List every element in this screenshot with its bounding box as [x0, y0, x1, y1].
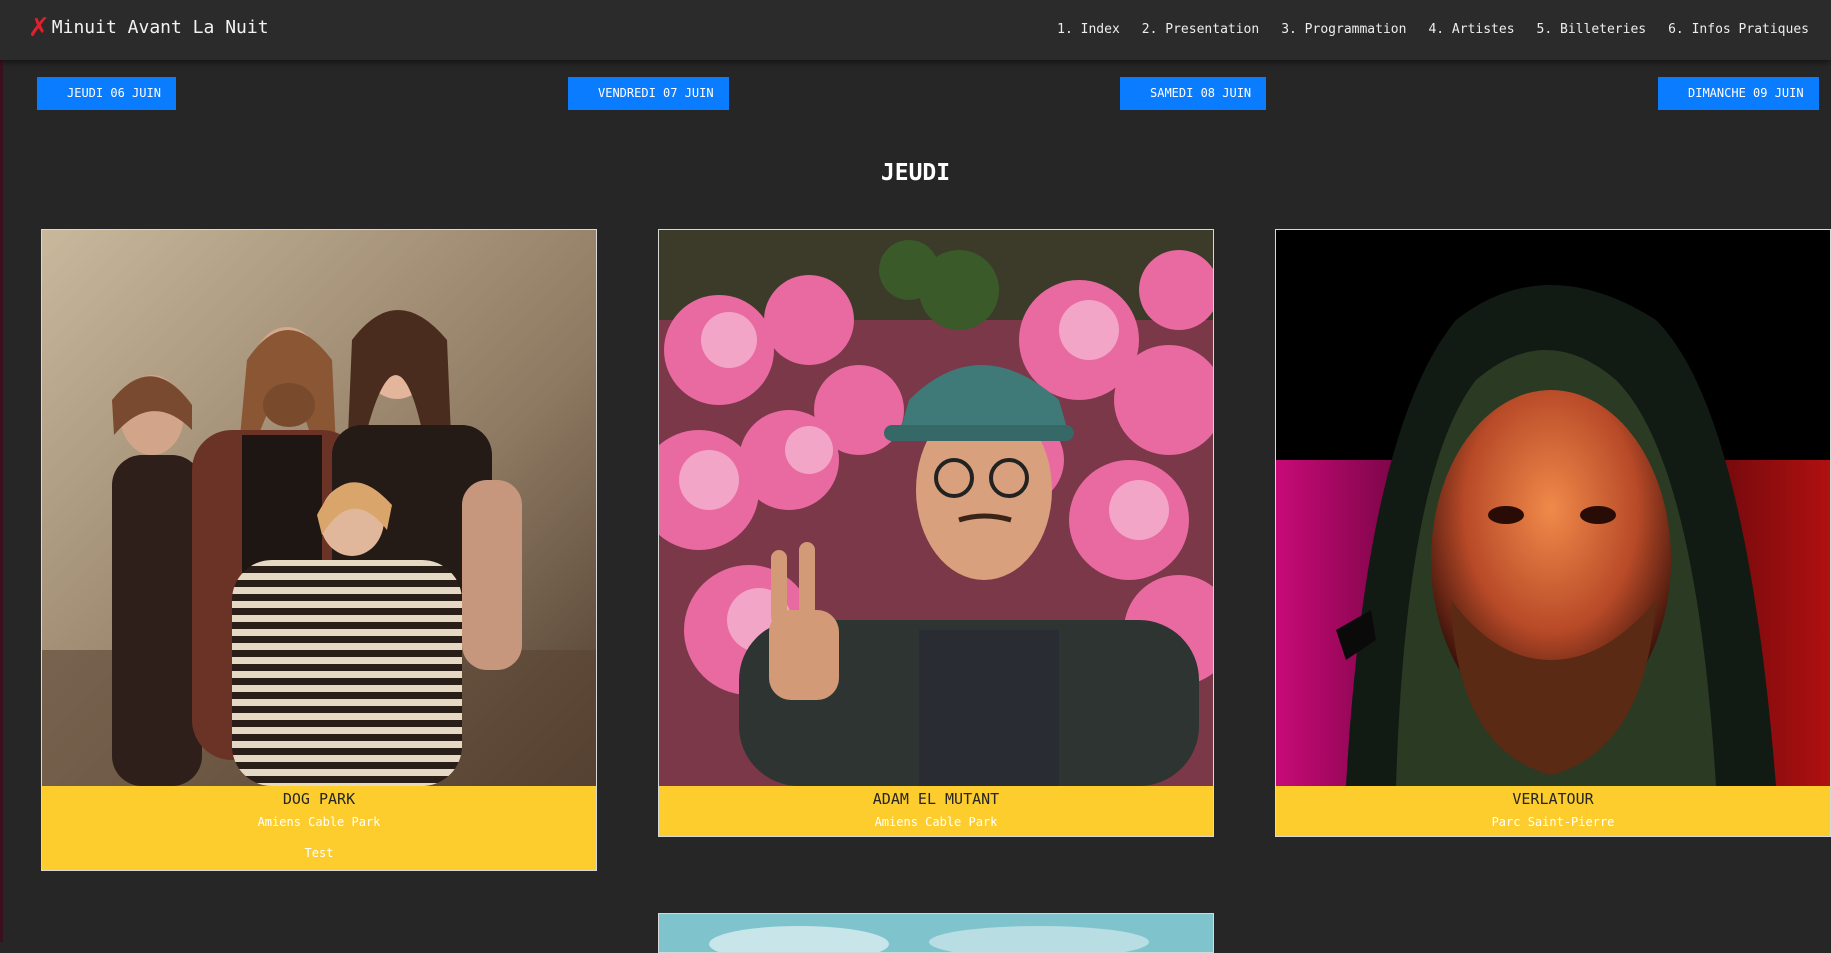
brand[interactable]: ✗ Minuit Avant La Nuit — [28, 13, 269, 43]
artist-card-verlatour[interactable]: VERLATOUR Parc Saint-Pierre — [1275, 229, 1831, 837]
artist-card-partial[interactable] — [658, 913, 1214, 953]
day-button-dimanche[interactable]: DIMANCHE 09 JUIN — [1658, 77, 1819, 110]
logo-x-icon: ✗ — [28, 13, 50, 43]
artist-name[interactable]: DOG PARK — [42, 789, 596, 809]
card-info: ADAM EL MUTANT Amiens Cable Park — [659, 786, 1213, 836]
artist-card-adam-el-mutant[interactable]: ADAM EL MUTANT Amiens Cable Park — [658, 229, 1214, 837]
navbar: ✗ Minuit Avant La Nuit 1. Index 2. Prese… — [0, 0, 1831, 60]
artist-note: Test — [304, 846, 334, 860]
nav-link-artistes[interactable]: 4. Artistes — [1428, 22, 1514, 37]
artist-venue: Parc Saint-Pierre — [1491, 815, 1615, 829]
nav-link-infos-pratiques[interactable]: 6. Infos Pratiques — [1668, 22, 1809, 37]
main-nav: 1. Index 2. Presentation 3. Programmatio… — [1057, 22, 1809, 37]
artist-photo-verlatour — [1276, 230, 1830, 786]
artist-card-dog-park[interactable]: DOG PARK Amiens Cable Park Test — [41, 229, 597, 871]
artist-venue: Amiens Cable Park — [874, 815, 998, 829]
artist-venue: Amiens Cable Park — [257, 815, 381, 829]
window-edge — [0, 0, 3, 942]
nav-link-programmation[interactable]: 3. Programmation — [1281, 22, 1406, 37]
day-heading: JEUDI — [880, 160, 951, 186]
nav-link-billeteries[interactable]: 5. Billeteries — [1537, 22, 1647, 37]
artist-photo-dog-park — [42, 230, 596, 786]
day-button-jeudi[interactable]: JEUDI 06 JUIN — [37, 77, 176, 110]
day-button-vendredi[interactable]: VENDREDI 07 JUIN — [568, 77, 729, 110]
card-info: DOG PARK Amiens Cable Park Test — [42, 786, 596, 870]
artist-name[interactable]: ADAM EL MUTANT — [659, 789, 1213, 809]
artist-name[interactable]: VERLATOUR — [1276, 789, 1830, 809]
day-button-samedi[interactable]: SAMEDI 08 JUIN — [1120, 77, 1267, 110]
card-info: VERLATOUR Parc Saint-Pierre — [1276, 786, 1830, 836]
artist-photo-partial — [659, 914, 1213, 952]
site-title[interactable]: Minuit Avant La Nuit — [52, 14, 269, 42]
nav-link-presentation[interactable]: 2. Presentation — [1142, 22, 1259, 37]
nav-link-index[interactable]: 1. Index — [1057, 22, 1120, 37]
artist-photo-adam-el-mutant — [659, 230, 1213, 786]
